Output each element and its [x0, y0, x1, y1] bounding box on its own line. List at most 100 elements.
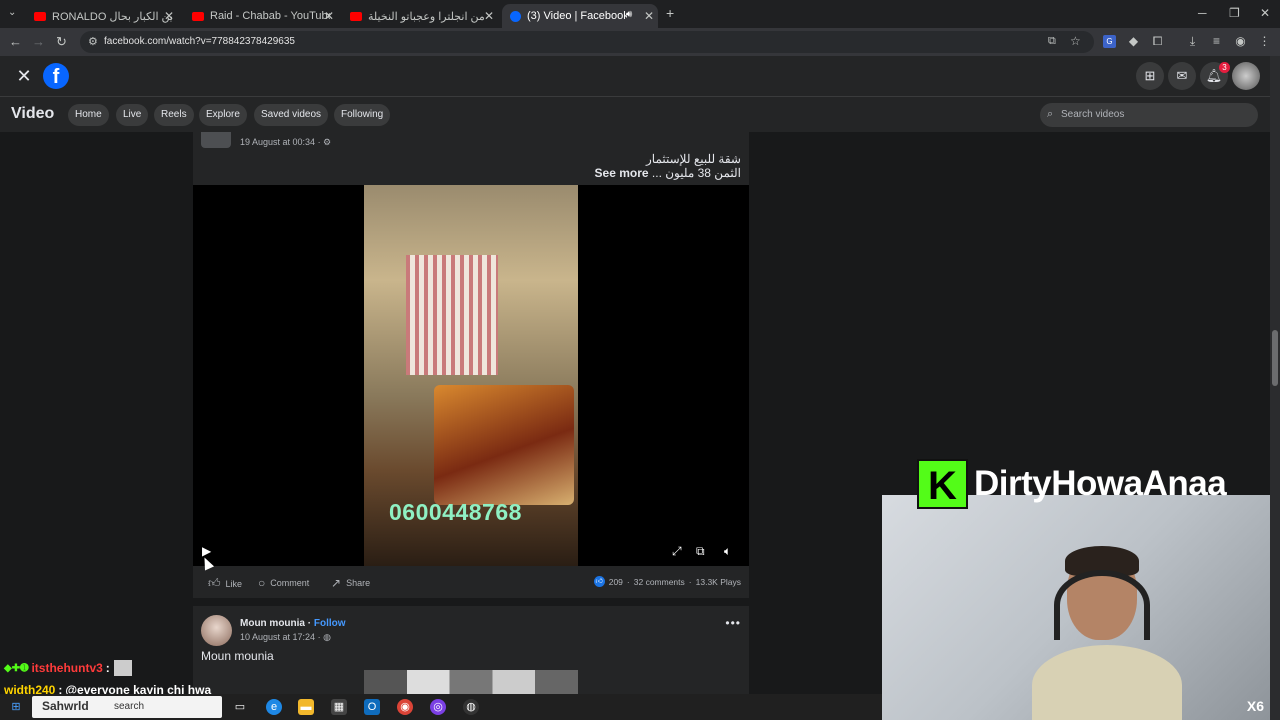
outlook-icon[interactable]: O — [364, 699, 380, 715]
video-player[interactable]: 0600448768 ▶ ⤢ ⧉ 🔈︎ — [193, 185, 749, 566]
tab-search-icon[interactable]: ⌄ — [8, 7, 16, 18]
video-post: 19 August at 00:34 · ⚙ شقة للبيع للإستثم… — [193, 132, 749, 598]
app-icon[interactable]: ◎ — [430, 699, 446, 715]
thumbs-up-icon: 👍︎ — [208, 576, 221, 590]
close-icon[interactable]: ✕ — [12, 64, 36, 88]
reload-icon[interactable]: ↻ — [56, 34, 67, 50]
close-tab-icon[interactable]: ✕ — [484, 9, 494, 23]
post-text-line: شقة للبيع للإستثمار — [646, 152, 741, 166]
chrome-icon[interactable]: ◉ — [397, 699, 413, 715]
windows-start-icon[interactable]: ⊞ — [8, 699, 24, 715]
download-icon[interactable]: ⤓ — [1186, 35, 1199, 48]
avatar[interactable] — [201, 615, 232, 646]
install-app-icon[interactable]: ⧉ — [1048, 35, 1056, 48]
close-tab-icon[interactable]: ✕ — [644, 9, 654, 23]
post-text-line: الثمن 38 مليون ... See more — [595, 166, 741, 180]
tab-khouya[interactable]: خويا جا من انجلترا وعجباتو النخيلة ✕ — [342, 4, 498, 28]
youtube-icon — [192, 11, 204, 21]
share-button[interactable]: ↗ Share — [331, 576, 370, 590]
extensions-puzzle-icon[interactable]: ⧠ — [1151, 35, 1164, 48]
fullscreen-icon[interactable]: ⤢ — [672, 544, 682, 559]
close-tab-icon[interactable]: ✕ — [164, 9, 174, 23]
reactions-count[interactable]: 209 — [609, 577, 623, 587]
account-avatar[interactable] — [1232, 62, 1260, 90]
translate-extension-icon[interactable]: G — [1103, 35, 1116, 48]
youtube-icon — [34, 11, 46, 21]
minimize-icon[interactable]: ─ — [1198, 6, 1207, 20]
page-title: Video — [11, 105, 55, 122]
headset — [1054, 570, 1150, 640]
store-icon[interactable]: ▦ — [331, 699, 347, 715]
media-control-icon[interactable]: ≡ — [1210, 35, 1223, 48]
streamer-body — [1032, 645, 1182, 720]
site-info-icon[interactable]: ⚙ — [88, 35, 98, 48]
tab-title: (3) Video | Facebook — [527, 10, 627, 22]
tab-reels[interactable]: Reels — [154, 104, 194, 126]
tab-explore[interactable]: Explore — [199, 104, 247, 126]
avatar[interactable] — [201, 132, 231, 148]
scrollbar-thumb[interactable] — [1272, 330, 1278, 386]
miniplayer-icon[interactable]: ⧉ — [696, 544, 705, 559]
back-icon[interactable]: ← — [9, 34, 22, 49]
post-timestamp[interactable]: 10 August at 17:24 · — [240, 632, 323, 642]
post-text: الثمن 38 مليون ... — [651, 166, 741, 180]
more-options-icon[interactable]: ••• — [725, 616, 741, 630]
restore-icon[interactable]: ❐ — [1229, 6, 1240, 20]
search-text: search — [114, 701, 145, 712]
task-view-icon[interactable]: ▭ — [232, 699, 248, 715]
chat-message: ◆✚➊ itsthehuntv3 : — [4, 657, 244, 679]
chat-username: itsthehuntv3 — [31, 661, 103, 675]
messenger-icon[interactable]: ✉ — [1168, 62, 1196, 90]
webcam-overlay: X6 — [882, 495, 1270, 720]
taskbar-search[interactable]: Sahwrld search — [32, 696, 222, 718]
post-timestamp-line: 10 August at 17:24 · ◍ — [240, 632, 331, 643]
facebook-logo[interactable]: f — [43, 63, 69, 89]
tab-home[interactable]: Home — [68, 104, 109, 126]
facebook-icon — [510, 10, 521, 22]
bed — [434, 385, 574, 505]
extension-icon[interactable]: ◆ — [1127, 35, 1140, 48]
bookmark-star-icon[interactable]: ☆ — [1070, 34, 1081, 48]
file-explorer-icon[interactable]: ▬ — [298, 699, 314, 715]
overlay-username: Sahwrld — [42, 699, 89, 713]
close-tab-icon[interactable]: ✕ — [324, 9, 334, 23]
new-tab-button[interactable]: + — [666, 5, 674, 21]
tab-title: RONALDO الرياضيين الكبار بحال — [52, 10, 172, 23]
follow-button[interactable]: Follow — [314, 618, 346, 629]
curtain-window — [406, 255, 498, 375]
youtube-icon — [350, 11, 362, 21]
apps-menu-icon[interactable]: ⊞ — [1136, 62, 1164, 90]
close-window-icon[interactable]: ✕ — [1260, 6, 1270, 20]
comments-count[interactable]: 32 comments — [634, 577, 685, 587]
page-scrollbar[interactable] — [1270, 56, 1280, 720]
like-reaction-icon: 👍︎ — [593, 576, 605, 587]
like-button[interactable]: 👍︎ Like — [208, 576, 242, 591]
notification-badge: 3 — [1219, 62, 1230, 73]
share-icon: ↗ — [331, 576, 342, 590]
profile-icon[interactable]: ◉ — [1234, 35, 1247, 48]
tab-live[interactable]: Live — [116, 104, 149, 126]
obs-icon[interactable]: ◍ — [463, 699, 479, 715]
tab-saved-videos[interactable]: Saved videos — [254, 104, 329, 126]
tab-raid-chabab[interactable]: Raid - Chabab - YouTube ✕ — [184, 4, 338, 28]
browser-tab-strip: ⌄ RONALDO الرياضيين الكبار بحال ✕ Raid -… — [0, 0, 1280, 28]
tab-ronaldo[interactable]: RONALDO الرياضيين الكبار بحال ✕ — [26, 4, 178, 28]
tab-following[interactable]: Following — [334, 104, 391, 126]
kick-logo: K — [917, 459, 968, 509]
speaker-icon[interactable]: 🔊︎ — [626, 9, 632, 20]
address-bar[interactable]: ⚙ facebook.com/watch?v=778842378429635 ⧉… — [80, 31, 1094, 53]
multiplier-badge: X6 — [1246, 698, 1264, 714]
menu-kebab-icon[interactable]: ⋮ — [1258, 35, 1271, 48]
plays-count: 13.3K Plays — [695, 576, 741, 587]
post-timestamp[interactable]: 19 August at 00:34 · ⚙ — [240, 137, 331, 148]
search-videos-input[interactable]: ⌕ Search videos — [1040, 103, 1258, 127]
see-more-link[interactable]: See more — [595, 166, 649, 180]
tab-title: خويا جا من انجلترا وعجباتو النخيلة — [368, 10, 488, 23]
volume-icon[interactable]: 🔈︎ — [724, 544, 731, 559]
streamer-name: DirtyHowaAnaa — [974, 464, 1227, 503]
forward-icon[interactable]: → — [32, 34, 45, 49]
tab-facebook-video[interactable]: (3) Video | Facebook 🔊︎ ✕ — [502, 4, 658, 28]
edge-icon[interactable]: e — [266, 699, 282, 715]
comment-button[interactable]: ○ Comment — [258, 576, 309, 590]
author-name[interactable]: Moun mounia — [240, 618, 305, 629]
